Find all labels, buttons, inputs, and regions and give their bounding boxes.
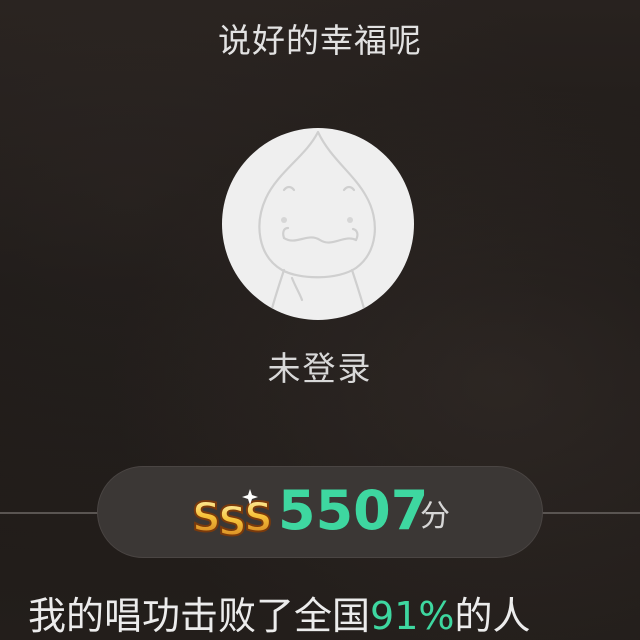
score-value: 5507 <box>278 479 429 542</box>
song-title: 说好的幸福呢 <box>218 21 422 60</box>
svg-text:S: S <box>192 495 221 541</box>
divider-left <box>0 512 100 514</box>
svg-text:S: S <box>218 499 247 543</box>
score-panel: S S S 5507 分 <box>97 466 543 558</box>
default-avatar-icon <box>258 130 376 320</box>
beat-statement: 我的唱功击败了全国91%的人 <box>28 592 531 640</box>
beat-suffix: 的人 <box>454 594 531 638</box>
result-screen: 说好的幸福呢 未登录 S S S 5507 分 我的唱功击败了全国91%的人 <box>0 0 640 640</box>
beat-percent: 91% <box>370 594 455 638</box>
divider-right <box>540 512 640 514</box>
login-status[interactable]: 未登录 <box>0 342 640 390</box>
score-unit: 分 <box>420 499 450 534</box>
svg-text:S: S <box>244 495 273 541</box>
beat-prefix: 我的唱功击败了全国 <box>28 594 371 638</box>
avatar[interactable] <box>222 128 414 320</box>
sss-grade-icon: S S S <box>191 489 274 543</box>
